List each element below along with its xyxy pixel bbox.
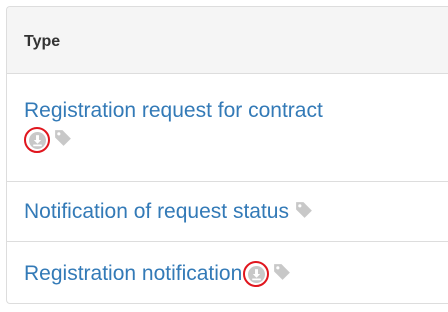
type-table: Type Registration request for contract N… bbox=[6, 6, 448, 304]
tag-icon[interactable] bbox=[54, 129, 72, 152]
table-row: Registration notification bbox=[7, 242, 448, 303]
type-link-registration-notification[interactable]: Registration notification bbox=[24, 262, 242, 286]
table-row: Registration request for contract bbox=[7, 74, 448, 182]
type-link-notification-status[interactable]: Notification of request status bbox=[24, 200, 289, 224]
tag-icon[interactable] bbox=[295, 201, 313, 224]
table-row: Notification of request status bbox=[7, 182, 448, 242]
row-icons bbox=[24, 127, 448, 153]
tag-icon[interactable] bbox=[273, 263, 291, 286]
type-link-registration-request[interactable]: Registration request for contract bbox=[24, 99, 323, 122]
download-icon[interactable] bbox=[24, 127, 50, 153]
column-header-type: Type bbox=[7, 7, 448, 74]
download-icon[interactable] bbox=[243, 261, 270, 287]
